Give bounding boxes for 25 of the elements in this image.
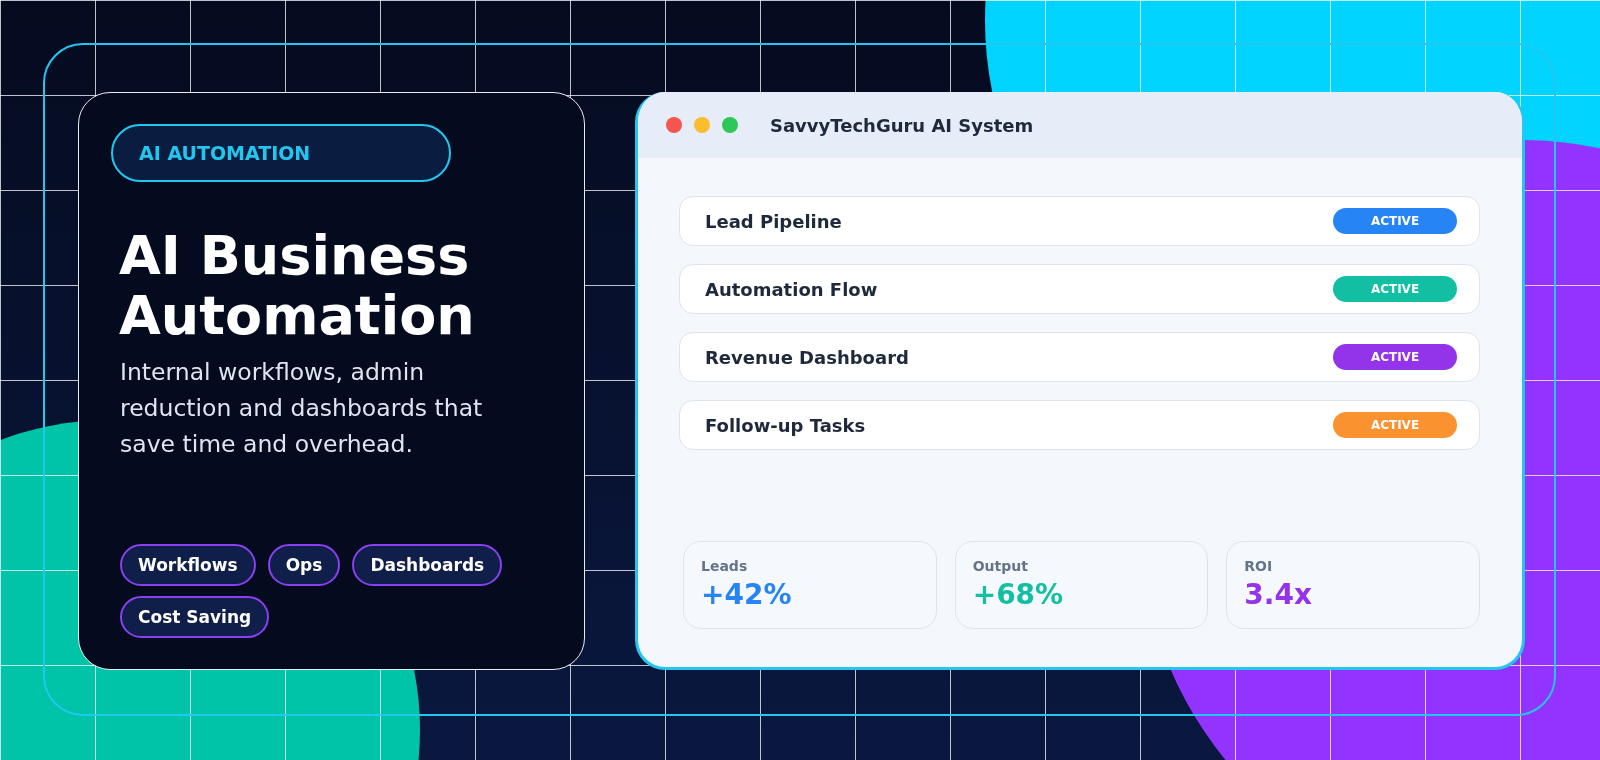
maximize-dot-icon[interactable] <box>722 117 738 133</box>
stat-label: Leads <box>701 558 749 574</box>
workflow-name: Lead Pipeline <box>705 210 842 232</box>
tag-pill: Cost Saving <box>120 596 270 638</box>
category-chip: AI AUTOMATION <box>111 124 451 182</box>
minimize-dot-icon[interactable] <box>694 117 710 133</box>
window-title: SavvyTechGuru AI System <box>770 114 1034 136</box>
stat-label: ROI <box>1244 558 1274 574</box>
stat-value: +42% <box>701 578 793 611</box>
status-badge: ACTIVE <box>1333 344 1457 370</box>
hero-title: AI Business Automation <box>119 226 476 346</box>
stat-value: +68% <box>972 578 1065 611</box>
stat-value: 3.4x <box>1244 578 1313 611</box>
workflow-name: Follow-up Tasks <box>705 414 866 436</box>
tag-pill: Ops <box>267 544 341 586</box>
status-badge: ACTIVE <box>1333 208 1457 234</box>
status-badge: ACTIVE <box>1333 276 1457 302</box>
stat-label: Output <box>972 558 1029 574</box>
close-dot-icon[interactable] <box>666 117 682 133</box>
tag-pill: Dashboards <box>352 544 503 586</box>
tag-pill: Workflows <box>120 544 256 586</box>
workflow-name: Revenue Dashboard <box>705 346 909 368</box>
hero-description: Internal workflows, admin reduction and dashboards that save time and overhead. <box>120 357 484 460</box>
workflow-name: Automation Flow <box>705 278 878 300</box>
status-badge: ACTIVE <box>1333 412 1457 438</box>
